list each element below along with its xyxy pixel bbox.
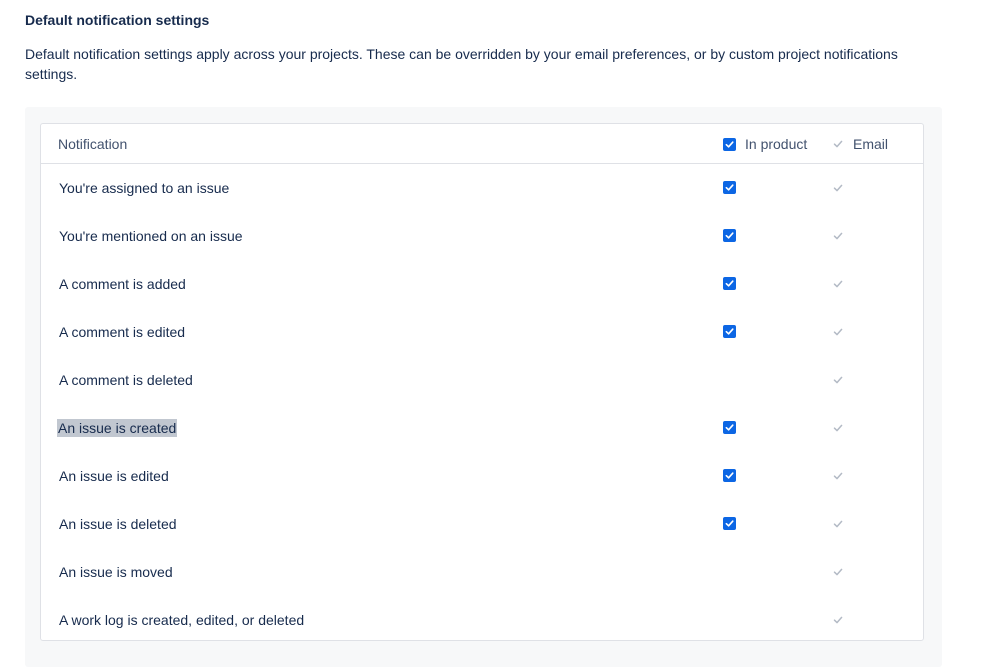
in-product-cell (723, 373, 736, 386)
notification-settings-panel: Notification In product Email You're ass… (25, 107, 942, 667)
in-product-cell (723, 325, 736, 338)
check-icon (725, 232, 734, 239)
check-icon (833, 232, 842, 239)
table-row: A work log is created, edited, or delete… (41, 596, 923, 644)
in-product-checkbox[interactable] (723, 181, 736, 194)
email-checkbox-disabled (831, 181, 844, 194)
check-icon (833, 472, 842, 479)
email-cell (831, 325, 844, 338)
email-checkbox-disabled (831, 613, 844, 626)
table-row: An issue is edited (41, 452, 923, 500)
email-cell (831, 181, 844, 194)
in-product-cell (723, 613, 736, 626)
notification-column-header: Notification (58, 136, 128, 152)
in-product-column-header: In product (723, 124, 807, 164)
in-product-checkbox[interactable] (723, 325, 736, 338)
table-row: A comment is added (41, 260, 923, 308)
notification-label: An issue is deleted (59, 516, 177, 532)
notification-label: A comment is added (59, 276, 186, 292)
notification-label: A comment is edited (59, 324, 186, 340)
email-checkbox-disabled (831, 517, 844, 530)
section-title: Default notification settings (25, 12, 210, 28)
notification-label: A work log is created, edited, or delete… (59, 612, 305, 628)
email-column-header: Email (831, 124, 888, 164)
check-icon (833, 568, 842, 575)
table-header-row: Notification In product Email (41, 124, 923, 164)
email-cell (831, 613, 844, 626)
notification-label: A comment is deleted (59, 372, 193, 388)
email-checkbox-disabled (831, 373, 844, 386)
notification-label: You're mentioned on an issue (59, 228, 243, 244)
check-icon (833, 376, 842, 383)
email-checkbox-disabled (831, 565, 844, 578)
email-cell (831, 517, 844, 530)
email-checkbox-disabled (831, 469, 844, 482)
in-product-cell (723, 277, 736, 290)
notification-label: An issue is created (57, 419, 178, 437)
in-product-checkbox[interactable] (723, 517, 736, 530)
check-icon (725, 424, 734, 431)
in-product-checkbox-empty[interactable] (723, 613, 736, 626)
in-product-checkbox-empty[interactable] (723, 373, 736, 386)
email-checkbox-disabled (831, 421, 844, 434)
in-product-cell (723, 181, 736, 194)
email-cell (831, 421, 844, 434)
in-product-header-label: In product (745, 136, 808, 152)
in-product-checkbox[interactable] (723, 469, 736, 482)
check-icon (833, 424, 842, 431)
in-product-checkbox-empty[interactable] (723, 565, 736, 578)
in-product-cell (723, 517, 736, 530)
table-row: A comment is edited (41, 308, 923, 356)
notification-table: Notification In product Email You're ass… (40, 123, 924, 641)
table-row: You're mentioned on an issue (41, 212, 923, 260)
email-header-label: Email (853, 136, 889, 152)
in-product-select-all-checkbox[interactable] (723, 137, 736, 151)
check-icon (725, 280, 734, 287)
table-row: An issue is created (41, 404, 923, 452)
in-product-cell (723, 469, 736, 482)
in-product-checkbox[interactable] (723, 421, 736, 434)
in-product-cell (723, 229, 736, 242)
section-description: Default notification settings apply acro… (25, 46, 898, 82)
check-icon (725, 140, 734, 148)
table-row: An issue is moved (41, 548, 923, 596)
notification-label: An issue is edited (59, 468, 169, 484)
check-icon (833, 616, 842, 623)
email-checkbox-disabled (831, 325, 844, 338)
notification-label: An issue is moved (59, 564, 173, 580)
check-icon (833, 184, 842, 191)
email-select-all-checkbox (831, 138, 844, 151)
check-icon (725, 184, 734, 191)
in-product-checkbox[interactable] (723, 277, 736, 290)
email-cell (831, 565, 844, 578)
check-icon (833, 328, 842, 335)
check-icon (725, 520, 734, 527)
table-row: An issue is deleted (41, 500, 923, 548)
email-cell (831, 469, 844, 482)
check-icon (833, 520, 842, 527)
check-icon (725, 472, 734, 479)
check-icon (725, 328, 734, 335)
email-cell (831, 277, 844, 290)
email-cell (831, 229, 844, 242)
check-icon (833, 280, 842, 287)
check-icon (833, 140, 842, 148)
email-cell (831, 373, 844, 386)
email-checkbox-disabled (831, 277, 844, 290)
in-product-checkbox[interactable] (723, 229, 736, 242)
email-checkbox-disabled (831, 229, 844, 242)
table-row: You're assigned to an issue (41, 164, 923, 212)
in-product-cell (723, 421, 736, 434)
table-row: A comment is deleted (41, 356, 923, 404)
in-product-cell (723, 565, 736, 578)
notification-label: You're assigned to an issue (59, 180, 230, 196)
